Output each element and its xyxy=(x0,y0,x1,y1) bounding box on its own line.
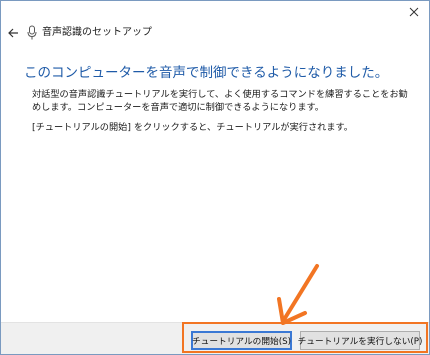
description-paragraph: 対話型の音声認識チュートリアルを実行して、よく使用するコマンドを練習することをお… xyxy=(32,89,408,113)
microphone-icon xyxy=(27,25,37,40)
button-footer: チュートリアルの開始(S) チュートリアルを実行しない(P) xyxy=(1,322,429,354)
skip-tutorial-button[interactable]: チュートリアルを実行しない(P) xyxy=(298,331,422,350)
back-button[interactable] xyxy=(5,25,21,41)
window-title: 音声認識のセットアップ xyxy=(42,27,152,38)
instruction-paragraph: [チュートリアルの開始] をクリックすると、チュートリアルが実行されます。 xyxy=(32,122,353,133)
title-bar: 音声認識のセットアップ xyxy=(1,1,429,40)
annotation-arrow xyxy=(277,264,319,325)
close-icon xyxy=(409,7,419,17)
setup-window: 音声認識のセットアップ このコンピューターを音声で制御できるようになりました。 … xyxy=(0,0,430,355)
page-heading: このコンピューターを音声で制御できるようになりました。 xyxy=(24,65,389,81)
back-arrow-icon xyxy=(8,28,18,38)
close-button[interactable] xyxy=(403,3,425,21)
start-tutorial-button[interactable]: チュートリアルの開始(S) xyxy=(191,331,292,350)
